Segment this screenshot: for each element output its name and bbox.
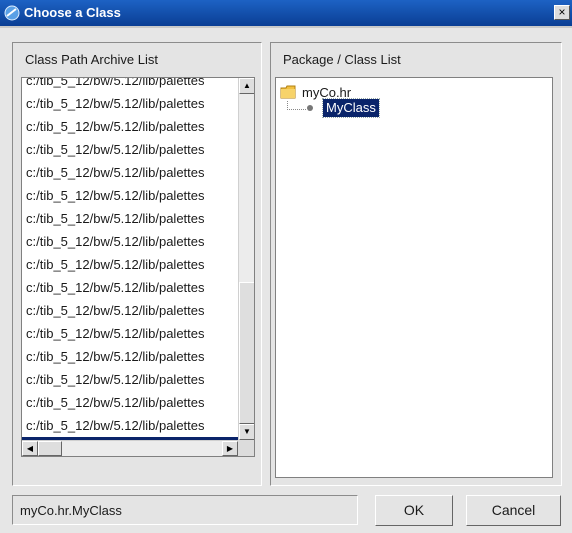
list-item[interactable]: c:/tib_5_12/bw/5.12/lib/palettes — [22, 345, 239, 368]
list-item[interactable]: c:/tib_5_12/bw/5.12/lib/palettes — [22, 161, 239, 184]
scroll-right-button[interactable]: ▶ — [222, 441, 238, 456]
window-title: Choose a Class — [24, 5, 121, 20]
list-item[interactable]: c:/tib_5_12/bw/5.12/lib/palettes — [22, 138, 239, 161]
scroll-left-button[interactable]: ◀ — [22, 441, 38, 456]
class-path-list[interactable]: c:/tib_5_12/bw/5.12/lib/palettes c:/tib_5… — [21, 77, 255, 457]
vertical-scrollbar[interactable]: ▲ ▼ — [238, 78, 254, 440]
list-item[interactable]: c:/tib_5_12/bw/5.12/lib/palettes — [22, 253, 239, 276]
list-item[interactable]: c:/tib_5_12/bw/5.12/lib/palettes — [22, 78, 239, 92]
list-item[interactable]: c:/tib_5_12/bw/5.12/lib/palettes — [22, 322, 239, 345]
class-leaf-icon — [307, 105, 313, 111]
selected-class-field: myCo.hr.MyClass — [12, 495, 358, 525]
list-item[interactable]: c:/tib_5_12/bw/5.12/lib/palettes — [22, 368, 239, 391]
tree-connector — [287, 101, 306, 110]
package-class-tree[interactable]: myCo.hr MyClass — [275, 77, 553, 478]
list-item[interactable]: c:/tib_5_12/bw/5.12/lib/palettes — [22, 92, 239, 115]
folder-icon — [280, 85, 296, 99]
list-item[interactable]: c:/tib_5_12/bw/5.12/lib/palettes — [22, 414, 239, 437]
ok-button[interactable]: OK — [375, 495, 453, 526]
list-item[interactable]: c:/tib_5_12/bw/5.12/lib/palettes — [22, 230, 239, 253]
horizontal-scroll-thumb[interactable] — [38, 441, 62, 456]
cancel-button[interactable]: Cancel — [466, 495, 561, 526]
class-node-myclass[interactable]: MyClass — [322, 98, 380, 118]
class-path-panel: Class Path Archive List c:/tib_5_12/bw/5… — [12, 42, 262, 486]
java-cup-icon — [4, 5, 20, 21]
list-item[interactable]: c:/tib_5_12/bw/5.12/lib/palettes — [22, 391, 239, 414]
class-path-header: Class Path Archive List — [25, 52, 158, 67]
package-class-panel: Package / Class List myCo.hr MyClass — [270, 42, 562, 486]
class-path-items: c:/tib_5_12/bw/5.12/lib/palettes c:/tib_5… — [22, 78, 239, 456]
list-item[interactable]: c:/tib_5_12/bw/5.12/lib/palettes — [22, 299, 239, 322]
scroll-corner — [238, 440, 254, 456]
title-bar: Choose a Class × — [0, 0, 572, 28]
close-button[interactable]: × — [554, 5, 570, 20]
scroll-up-button[interactable]: ▲ — [239, 78, 254, 94]
list-item[interactable]: c:/tib_5_12/bw/5.12/lib/palettes — [22, 115, 239, 138]
list-item[interactable]: c:/tib_5_12/bw/5.12/lib/palettes — [22, 276, 239, 299]
vertical-scroll-thumb[interactable] — [239, 282, 254, 424]
scroll-down-button[interactable]: ▼ — [239, 424, 254, 440]
list-item[interactable]: c:/tib_5_12/bw/5.12/lib/palettes — [22, 184, 239, 207]
list-item[interactable]: c:/tib_5_12/bw/5.12/lib/palettes — [22, 207, 239, 230]
package-class-header: Package / Class List — [283, 52, 401, 67]
horizontal-scrollbar[interactable]: ◀ ▶ — [22, 440, 254, 456]
